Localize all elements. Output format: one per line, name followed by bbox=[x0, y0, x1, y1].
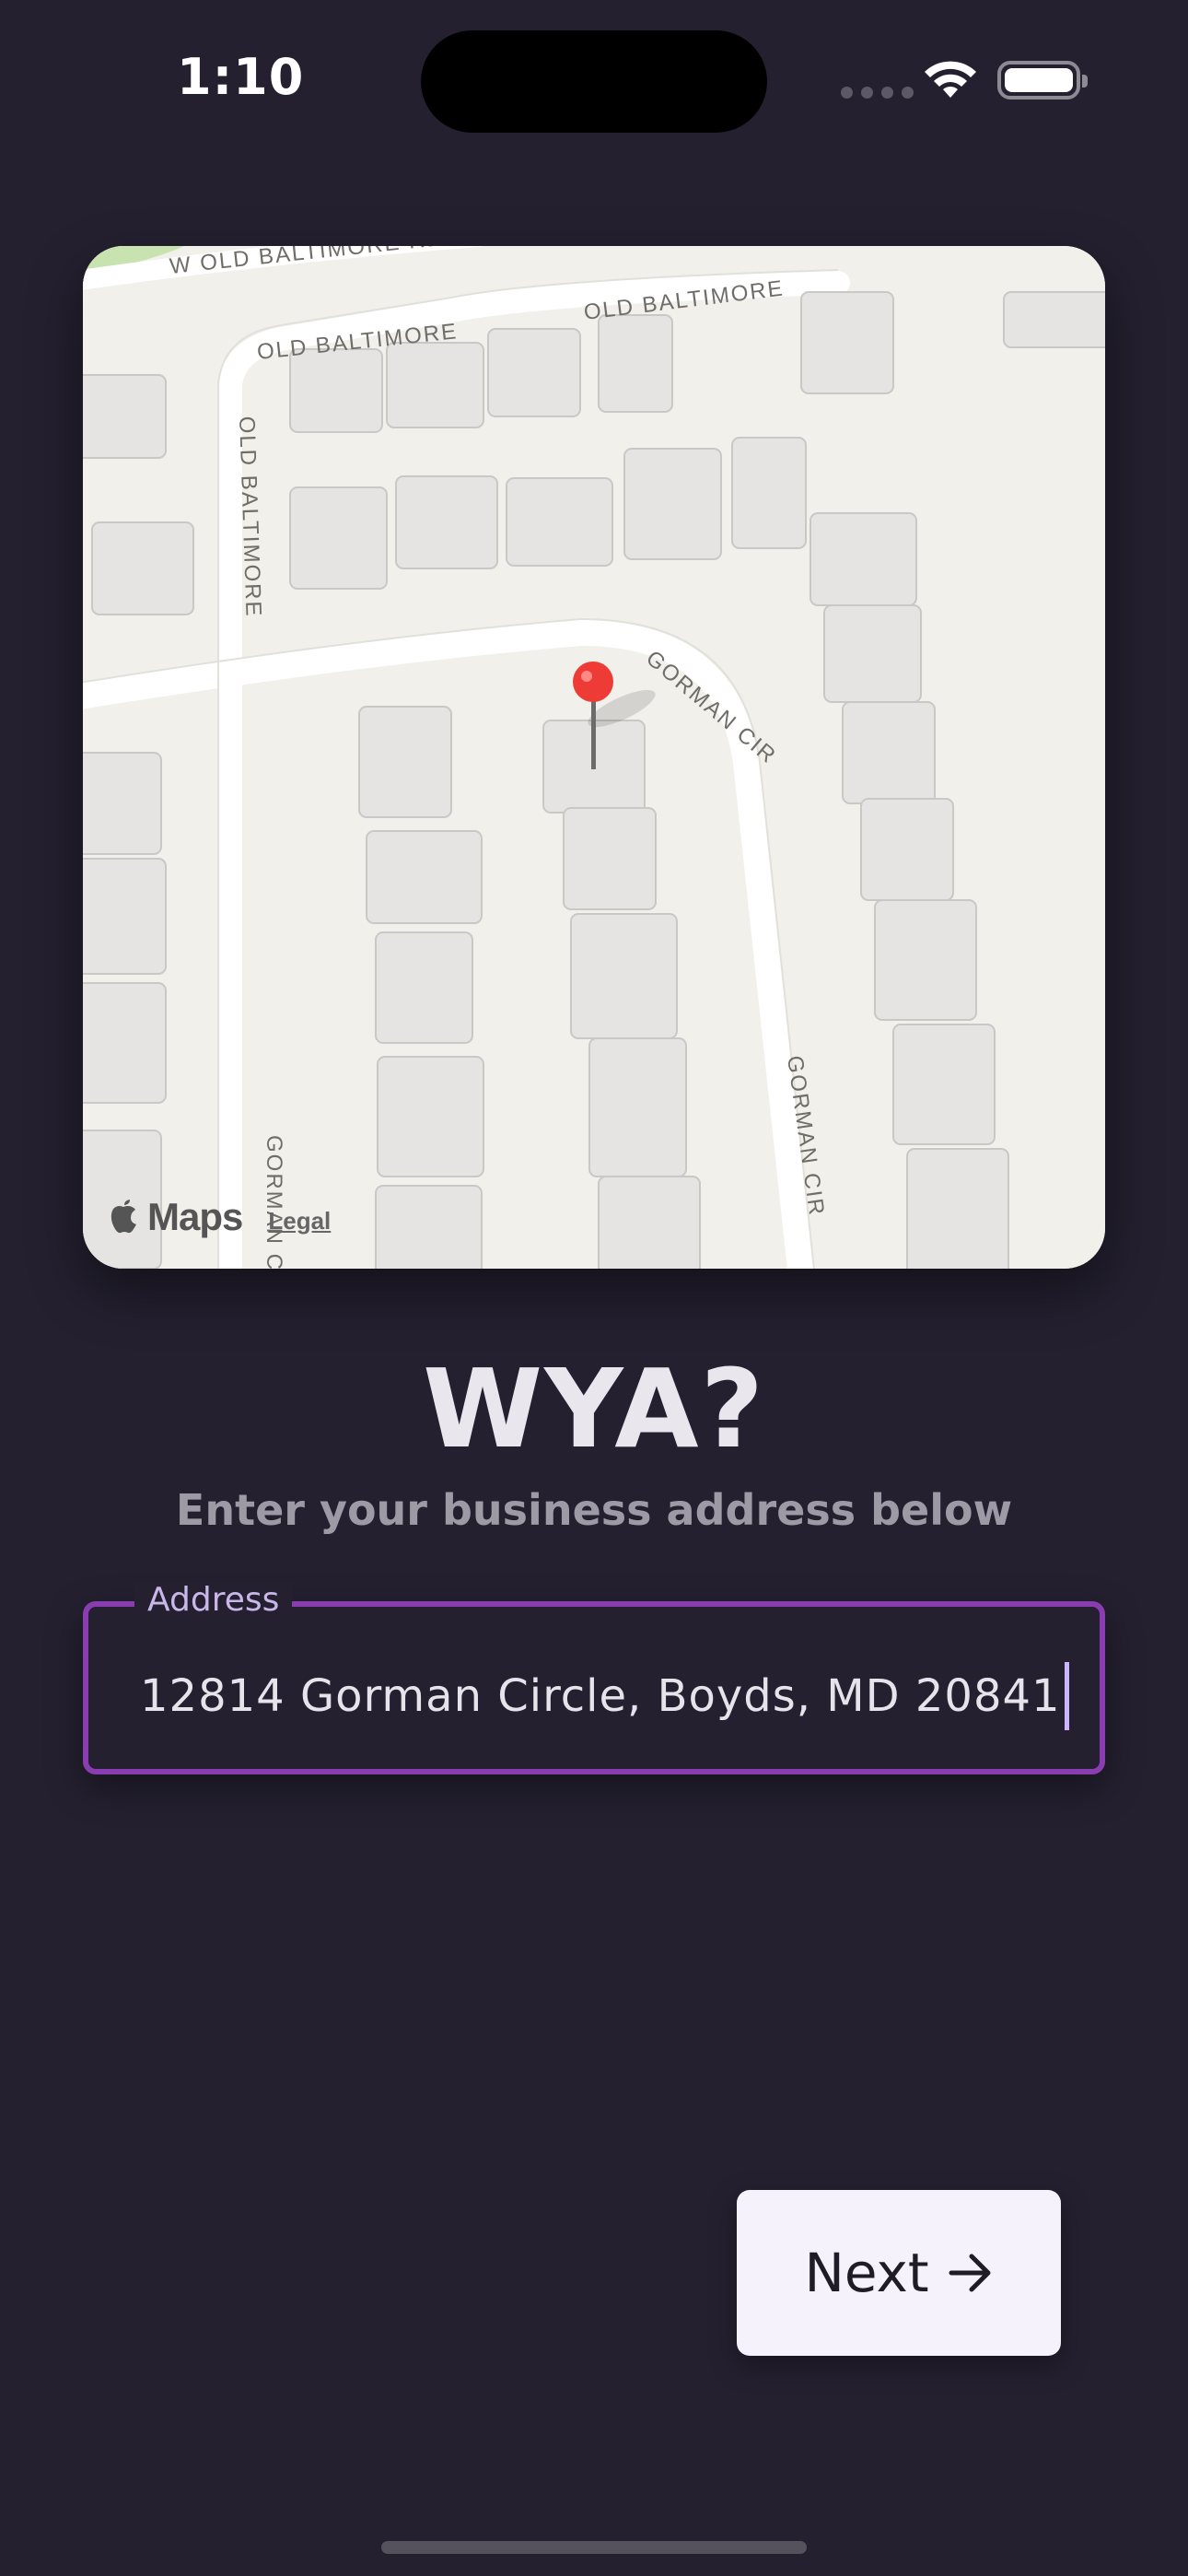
dynamic-island bbox=[421, 30, 767, 133]
battery-icon bbox=[997, 61, 1088, 100]
address-value-wrap[interactable]: 12814 Gorman Circle, Boyds, MD 20841 bbox=[140, 1662, 1069, 1730]
address-label: Address bbox=[134, 1581, 293, 1619]
maps-logo: Maps bbox=[147, 1195, 243, 1238]
address-input[interactable]: Address 12814 Gorman Circle, Boyds, MD 2… bbox=[83, 1581, 1105, 1774]
page-subtitle: Enter your business address below bbox=[175, 1485, 1013, 1535]
page-title: WYA? bbox=[422, 1345, 766, 1472]
map-view[interactable]: W OLD BALTIMORE RD OLD BALTIMORE OLD BAL… bbox=[83, 246, 1105, 1269]
home-indicator[interactable] bbox=[381, 2541, 807, 2554]
status-bar: 1:10 bbox=[0, 0, 1188, 157]
next-button-label: Next bbox=[804, 2242, 929, 2304]
map-attribution: Maps Legal bbox=[109, 1195, 331, 1239]
wifi-icon bbox=[925, 61, 976, 98]
status-time: 1:10 bbox=[177, 48, 305, 106]
next-button[interactable]: Next bbox=[737, 2190, 1061, 2356]
text-caret bbox=[1064, 1662, 1069, 1730]
apple-icon bbox=[111, 1200, 136, 1234]
arrow-right-icon bbox=[949, 2254, 991, 2292]
legal-link[interactable]: Legal bbox=[268, 1207, 331, 1235]
address-value: 12814 Gorman Circle, Boyds, MD 20841 bbox=[140, 1670, 1061, 1722]
cellular-dots-icon bbox=[841, 87, 914, 99]
